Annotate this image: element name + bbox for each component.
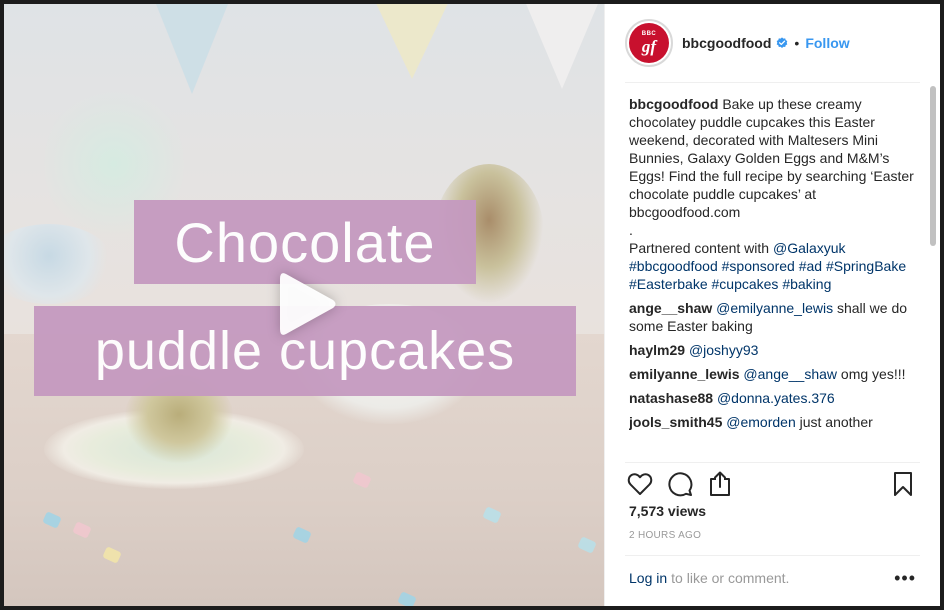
comment-mention[interactable]: @donna.yates.376 — [717, 390, 835, 406]
comment-text: omg yes!!! — [837, 366, 906, 382]
login-link[interactable]: Log in — [629, 570, 667, 586]
bunting-flag — [374, 4, 450, 79]
comment-item: natashase88 @donna.yates.376 — [629, 389, 916, 407]
verified-badge-icon — [777, 37, 788, 48]
comment-mention[interactable]: @joshyy93 — [689, 342, 758, 358]
login-prompt-text: to like or comment. — [671, 570, 790, 586]
action-bar — [625, 468, 918, 500]
comment-username[interactable]: jools_smith45 — [629, 414, 722, 430]
comment-mention[interactable]: @ange__shaw — [743, 366, 837, 382]
footer-divider — [625, 555, 920, 556]
avatar[interactable]: BBC gf — [625, 19, 673, 67]
comment-item: emilyanne_lewis @ange__shaw omg yes!!! — [629, 365, 916, 383]
post-caption: bbcgoodfood Bake up these creamy chocola… — [629, 95, 916, 293]
comment-username[interactable]: haylm29 — [629, 342, 685, 358]
comments-scrollbar[interactable] — [930, 86, 936, 246]
more-options-icon[interactable]: ••• — [894, 569, 916, 587]
comment-text: just another — [795, 414, 873, 430]
comments-list[interactable]: bbcgoodfood Bake up these creamy chocola… — [629, 95, 916, 460]
comment-username[interactable]: ange__shaw — [629, 300, 712, 316]
comment-item: haylm29 @joshyy93 — [629, 341, 916, 359]
header-username[interactable]: bbcgoodfood — [682, 35, 771, 51]
post-timestamp[interactable]: 2 HOURS AGO — [629, 530, 701, 541]
share-icon[interactable] — [705, 469, 735, 499]
login-prompt: Log in to like or comment. ••• — [629, 569, 916, 587]
comment-icon[interactable] — [665, 469, 695, 499]
bunting-flag — [154, 4, 230, 94]
comment-username[interactable]: natashase88 — [629, 390, 713, 406]
comment-item: jools_smith45 @emorden just another — [629, 413, 916, 431]
caption-text: Bake up these creamy chocolatey puddle c… — [629, 96, 914, 220]
post-header: BBC gf bbcgoodfood • Follow — [605, 4, 940, 82]
caption-hashtags[interactable]: #bbcgoodfood #sponsored #ad #SpringBake … — [629, 257, 916, 293]
play-icon[interactable] — [274, 269, 340, 339]
caption-author[interactable]: bbcgoodfood — [629, 96, 718, 112]
header-divider — [625, 82, 920, 83]
post-media-video[interactable]: Chocolate puddle cupcakes — [4, 4, 604, 606]
partner-handle-link[interactable]: @Galaxyuk — [773, 240, 846, 256]
avatar-logo-gf: gf — [641, 37, 657, 56]
header-separator: • — [794, 35, 800, 51]
follow-button[interactable]: Follow — [805, 35, 849, 51]
view-count[interactable]: 7,573 views — [629, 503, 706, 519]
partner-text: Partnered content with — [629, 240, 773, 256]
bookmark-icon[interactable] — [888, 469, 918, 499]
comment-mention[interactable]: @emilyanne_lewis — [716, 300, 833, 316]
heart-icon[interactable] — [625, 469, 655, 499]
post-side-panel: BBC gf bbcgoodfood • Follow bbcgoodfood … — [604, 4, 940, 606]
caption-dot: . — [629, 222, 633, 238]
comment-username[interactable]: emilyanne_lewis — [629, 366, 740, 382]
comment-item: ange__shaw @emilyanne_lewis shall we do … — [629, 299, 916, 335]
bunting-flag — [524, 4, 600, 89]
caption-partner-line: Partnered content with @Galaxyuk — [629, 239, 916, 257]
actions-divider — [625, 462, 920, 463]
bbc-goodfood-logo: BBC gf — [629, 23, 669, 63]
comment-mention[interactable]: @emorden — [726, 414, 795, 430]
